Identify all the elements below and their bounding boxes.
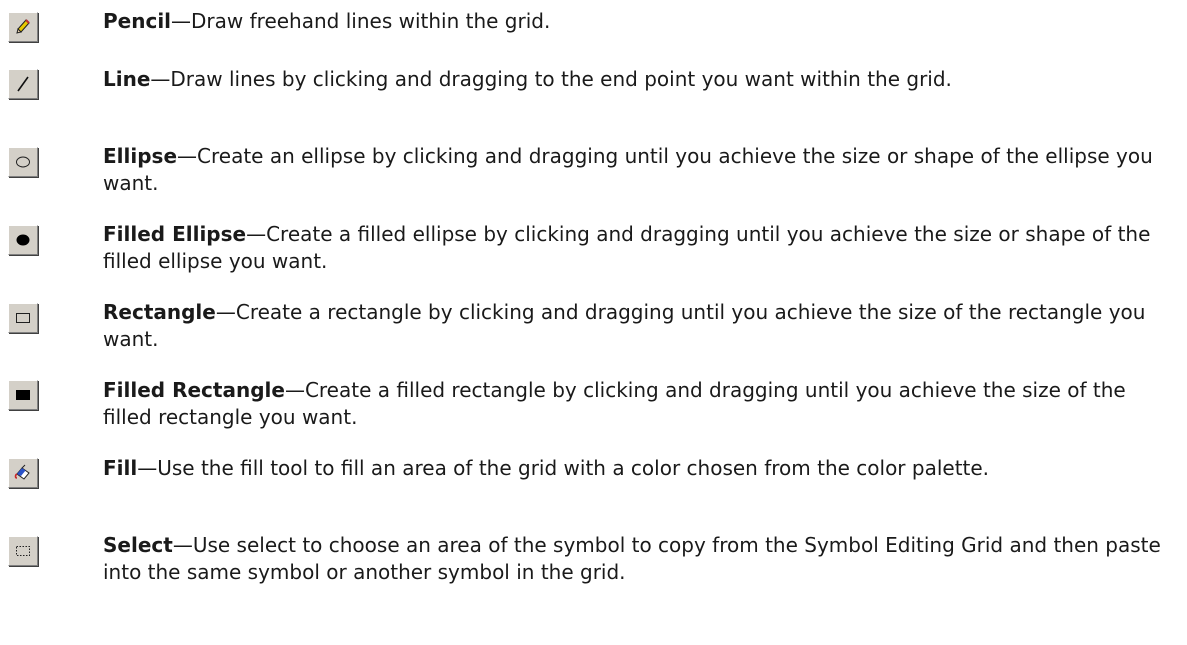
filled-ellipse-icon [16,234,30,246]
rectangle-icon [16,313,30,323]
tool-description-text: —Draw lines by clicking and dragging to … [150,67,952,91]
tool-description: Filled Ellipse—Create a filled ellipse b… [103,221,1178,275]
tool-name: Fill [103,456,138,480]
tool-description-text: —Create a rectangle by clicking and drag… [103,300,1146,351]
tool-description: Line—Draw lines by clicking and dragging… [103,66,1178,93]
fill-tool-button[interactable] [8,458,38,488]
fill-bucket-icon [14,464,30,480]
select-marquee-icon [16,546,30,556]
line-icon [17,76,29,92]
tool-name: Filled Ellipse [103,222,247,246]
tool-description: Ellipse—Create an ellipse by clicking an… [103,143,1178,197]
tool-name: Select [103,533,173,557]
tool-name: Filled Rectangle [103,378,285,402]
tool-description-text: —Create a filled ellipse by clicking and… [103,222,1151,273]
filled-rectangle-tool-button[interactable] [8,380,38,410]
tool-name: Rectangle [103,300,216,324]
tool-description-text: —Use the fill tool to fill an area of th… [137,456,990,480]
tool-description: Filled Rectangle—Create a filled rectang… [103,377,1178,431]
tool-description-text: —Use select to choose an area of the sym… [103,533,1161,584]
tool-name: Ellipse [103,144,178,168]
tool-description: Pencil—Draw freehand lines within the gr… [103,8,1178,35]
tool-description: Fill—Use the fill tool to fill an area o… [103,455,1178,482]
pencil-icon [16,19,30,34]
pencil-tool-button[interactable] [8,12,38,42]
tool-name: Pencil [103,9,172,33]
line-tool-button[interactable] [8,69,38,99]
tool-description: Select—Use select to choose an area of t… [103,532,1178,586]
tool-name: Line [103,67,151,91]
ellipse-icon [16,156,30,168]
rectangle-tool-button[interactable] [8,303,38,333]
select-tool-button[interactable] [8,536,38,566]
tool-description-text: —Draw freehand lines within the grid. [171,9,551,33]
ellipse-tool-button[interactable] [8,147,38,177]
tool-description-text: —Create an ellipse by clicking and dragg… [103,144,1153,195]
filled-rectangle-icon [16,390,30,400]
tool-description: Rectangle—Create a rectangle by clicking… [103,299,1178,353]
filled-ellipse-tool-button[interactable] [8,225,38,255]
